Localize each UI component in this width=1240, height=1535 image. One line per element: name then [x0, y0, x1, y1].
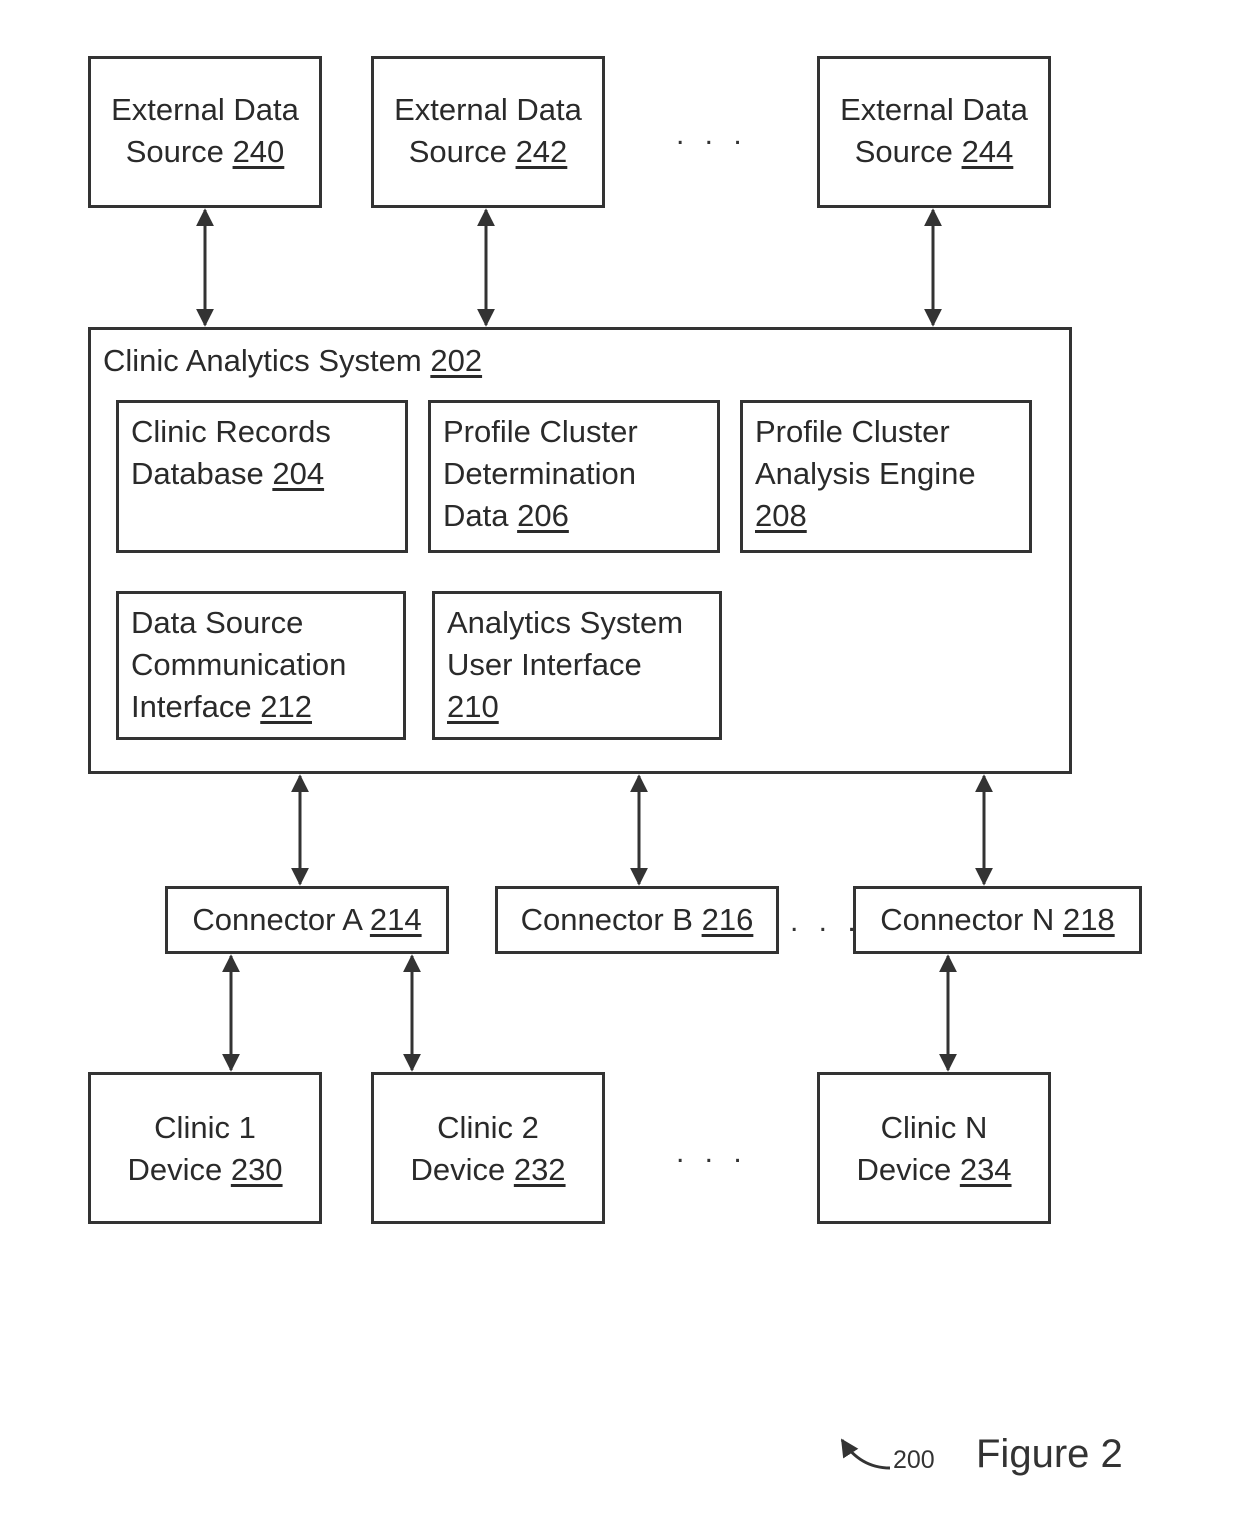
ellipsis: . . . — [676, 118, 748, 151]
data-source-communication-interface: Data Source Communication Interface 212 — [116, 591, 406, 740]
ref-number: 240 — [232, 134, 285, 169]
ellipsis: . . . — [676, 1136, 748, 1169]
box-label: Connector A — [192, 902, 362, 937]
external-data-source-240: External Data Source 240 — [88, 56, 322, 208]
box-label: Source — [125, 134, 224, 169]
figure-ref-arrow — [840, 1438, 891, 1470]
figure-ref-number: 200 — [893, 1446, 935, 1474]
box-label: Data — [443, 498, 509, 533]
box-label: Clinic 1 — [154, 1110, 256, 1145]
ref-number: 202 — [430, 343, 483, 378]
ref-number: 212 — [260, 689, 312, 724]
ref-number: 244 — [961, 134, 1014, 169]
profile-cluster-determination-data: Profile Cluster Determination Data 206 — [428, 400, 720, 553]
box-label: Connector N — [880, 902, 1055, 937]
figure-label: Figure 2 — [976, 1432, 1123, 1476]
connector-a: Connector A 214 — [165, 886, 449, 954]
box-label: Source — [854, 134, 953, 169]
analytics-system-user-interface: Analytics System User Interface 210 — [432, 591, 722, 740]
ref-number: 218 — [1062, 902, 1115, 937]
system-title: Clinic Analytics System 202 — [103, 343, 483, 378]
box-label: External Data — [394, 92, 582, 127]
ref-number: 214 — [369, 902, 422, 937]
box-label: Connector B — [520, 902, 693, 937]
box-label: Device — [127, 1152, 223, 1187]
box-label: External Data — [840, 92, 1028, 127]
clinic-records-database: Clinic Records Database 204 — [116, 400, 408, 553]
ref-number: 230 — [230, 1152, 283, 1187]
clinic-2-device: Clinic 2 Device 232 — [371, 1072, 605, 1224]
connector-b: Connector B 216 — [495, 886, 779, 954]
box-label: Source — [408, 134, 507, 169]
profile-cluster-analysis-engine: Profile Cluster Analysis Engine 208 — [740, 400, 1032, 553]
external-data-source-242: External Data Source 242 — [371, 56, 605, 208]
ref-number: 232 — [513, 1152, 566, 1187]
box-label: Profile Cluster — [443, 414, 638, 449]
ref-number: 204 — [272, 456, 325, 491]
ref-number: 208 — [755, 498, 807, 533]
box-label: Device — [410, 1152, 506, 1187]
box-label: Database — [131, 456, 264, 491]
box-label: Device — [856, 1152, 952, 1187]
box-label: Data Source — [131, 605, 304, 640]
connector-n: Connector N 218 — [853, 886, 1142, 954]
ref-number: 210 — [447, 689, 499, 724]
ref-number: 234 — [959, 1152, 1012, 1187]
clinic-1-device: Clinic 1 Device 230 — [88, 1072, 322, 1224]
ellipsis: . . . — [790, 905, 862, 938]
box-label: User Interface — [447, 647, 642, 682]
clinic-n-device: Clinic N Device 234 — [817, 1072, 1051, 1224]
box-label: Determination — [443, 456, 636, 491]
ref-number: 216 — [701, 902, 754, 937]
box-label: Profile Cluster — [755, 414, 950, 449]
box-label: Clinic 2 — [437, 1110, 539, 1145]
external-data-source-244: External Data Source 244 — [817, 56, 1051, 208]
ref-number: 206 — [517, 498, 569, 533]
box-label: Analysis Engine — [755, 456, 976, 491]
box-label: Clinic Records — [131, 414, 331, 449]
box-label: Communication — [131, 647, 347, 682]
ref-number: 242 — [515, 134, 568, 169]
box-label: Clinic N — [880, 1110, 988, 1145]
box-label: Analytics System — [447, 605, 684, 640]
box-label: External Data — [111, 92, 299, 127]
box-label: Interface — [131, 689, 252, 724]
